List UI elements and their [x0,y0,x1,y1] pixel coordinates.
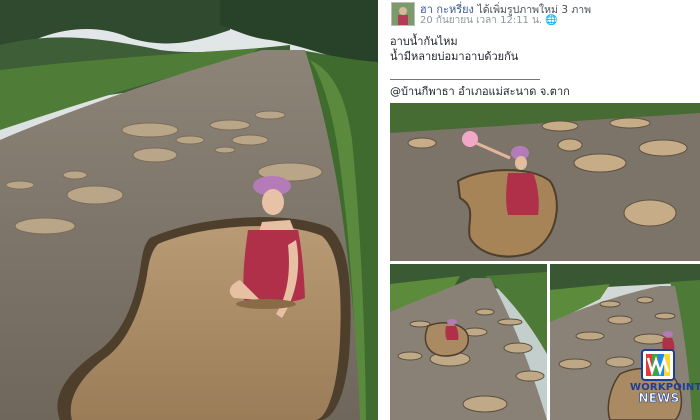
divider [390,79,540,80]
post-text-line-2: น้ำมีหลายบ่อมาอาบด้วยกัน [390,50,519,63]
post-photo-2[interactable] [390,264,547,420]
workpoint-news-logo: WORKPOINT NEWS [630,346,700,410]
post-location: @บ้านกีพาธา อำเภอแม่สะนาด จ.ตาก [390,85,570,98]
globe-icon: 🌐 [545,15,558,26]
workpoint-logo-icon [640,346,676,382]
timestamp-text: 20 กันยายน เวลา 12:11 น. [420,15,543,26]
main-photo [0,0,378,420]
post-timestamp[interactable]: 20 กันยายน เวลา 12:11 น. 🌐 [420,13,558,28]
avatar[interactable] [391,2,415,26]
post-photo-1[interactable] [390,103,700,261]
logo-text-news: NEWS [638,391,680,405]
